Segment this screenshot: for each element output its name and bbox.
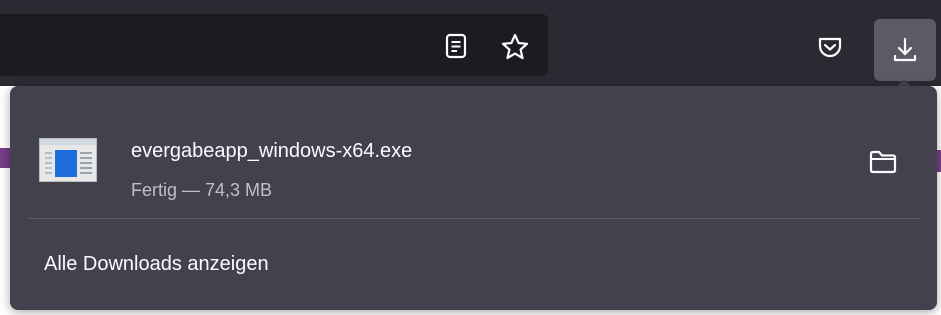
bookmark-star-icon[interactable] bbox=[498, 30, 532, 64]
page-background-fragment bbox=[0, 148, 10, 168]
download-item[interactable]: evergabeapp_windows-x64.exe Fertig — 74,… bbox=[27, 104, 920, 216]
download-status: Fertig — 74,3 MB bbox=[131, 180, 273, 200]
download-filename: evergabeapp_windows-x64.exe bbox=[131, 140, 413, 162]
downloads-panel: evergabeapp_windows-x64.exe Fertig — 74,… bbox=[10, 86, 937, 310]
downloads-button[interactable] bbox=[874, 19, 936, 81]
show-all-downloads-label: Alle Downloads anzeigen bbox=[44, 253, 269, 275]
show-all-downloads-button[interactable]: Alle Downloads anzeigen bbox=[27, 238, 920, 292]
reader-view-icon[interactable] bbox=[441, 31, 471, 61]
exe-file-icon bbox=[39, 138, 97, 182]
pocket-icon[interactable] bbox=[814, 31, 846, 63]
open-folder-icon[interactable] bbox=[863, 144, 903, 180]
downloads-arrow-icon bbox=[893, 37, 917, 62]
panel-separator bbox=[27, 218, 920, 219]
browser-toolbar bbox=[0, 0, 941, 86]
